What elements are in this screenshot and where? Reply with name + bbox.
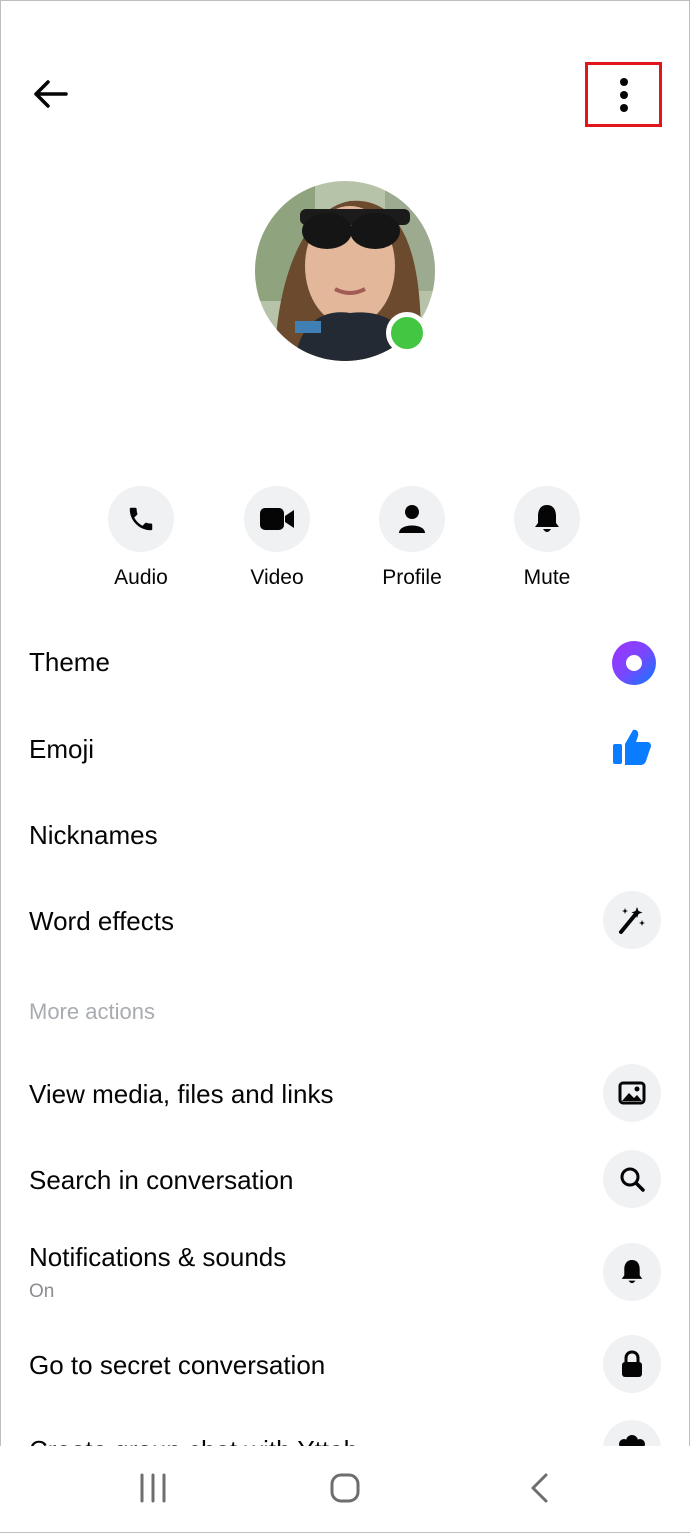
- word-effects-label: Word effects: [29, 906, 174, 936]
- mute-label: Mute: [523, 566, 571, 589]
- theme-icon: [612, 641, 656, 685]
- profile-label: Profile: [382, 566, 442, 589]
- audio-call-button[interactable]: Audio: [86, 486, 196, 590]
- bell-icon: [535, 505, 559, 532]
- notifications-row[interactable]: Notifications & sounds On: [0, 1235, 690, 1315]
- system-back-button[interactable]: [509, 1466, 569, 1510]
- create-group-row[interactable]: Create group chat with Yttah: [0, 1418, 690, 1446]
- search-label: Search in conversation: [29, 1165, 294, 1195]
- chevron-left-icon: [531, 1473, 548, 1503]
- person-icon: [399, 505, 425, 533]
- theme-row[interactable]: Theme: [0, 628, 690, 698]
- theme-label: Theme: [29, 647, 110, 677]
- mute-button[interactable]: Mute: [492, 486, 602, 590]
- arrow-left-icon: [34, 80, 68, 108]
- more-vertical-icon: [619, 77, 628, 112]
- audio-button-circle[interactable]: [108, 486, 174, 552]
- search-icon: [620, 1167, 645, 1192]
- create-group-label: Create group chat with Yttah: [29, 1435, 358, 1446]
- notifications-label: Notifications & sounds: [29, 1242, 287, 1272]
- video-call-button[interactable]: Video: [222, 486, 332, 590]
- audio-label: Audio: [114, 566, 168, 589]
- notifications-button[interactable]: [603, 1243, 661, 1301]
- lock-icon: [622, 1350, 642, 1377]
- view-media-button[interactable]: [603, 1064, 661, 1122]
- emoji-label: Emoji: [29, 734, 95, 764]
- view-media-row[interactable]: View media, files and links: [0, 1058, 690, 1128]
- profile-avatar[interactable]: [255, 181, 435, 361]
- recent-apps-button[interactable]: [123, 1466, 183, 1510]
- search-row[interactable]: Search in conversation: [0, 1145, 690, 1215]
- nicknames-label: Nicknames: [29, 820, 158, 850]
- image-icon: [618, 1081, 646, 1105]
- word-effects-row[interactable]: Word effects: [0, 886, 690, 956]
- profile-button-circle[interactable]: [379, 486, 445, 552]
- search-button[interactable]: [603, 1150, 661, 1208]
- magic-wand-icon: [619, 907, 645, 934]
- video-button-circle[interactable]: [244, 486, 310, 552]
- nicknames-row[interactable]: Nicknames: [0, 800, 690, 870]
- view-profile-button[interactable]: Profile: [357, 486, 467, 590]
- create-group-button[interactable]: [603, 1420, 661, 1446]
- home-icon: [330, 1473, 360, 1503]
- notifications-status: On: [29, 1281, 55, 1302]
- system-navigation-bar: [0, 1446, 690, 1532]
- recent-apps-icon: [140, 1473, 166, 1503]
- word-effects-button[interactable]: [603, 891, 661, 949]
- emoji-row[interactable]: Emoji: [0, 714, 690, 784]
- more-options-button[interactable]: [585, 62, 662, 127]
- home-button[interactable]: [315, 1466, 375, 1510]
- thumbs-up-icon: [611, 726, 653, 768]
- online-status-indicator: [386, 312, 428, 354]
- video-camera-icon: [260, 508, 294, 530]
- bell-icon: [621, 1260, 643, 1284]
- people-icon: [619, 1435, 645, 1446]
- more-actions-heading: More actions: [29, 999, 155, 1024]
- secret-conversation-button[interactable]: [603, 1335, 661, 1393]
- video-label: Video: [250, 566, 304, 589]
- view-media-label: View media, files and links: [29, 1079, 334, 1109]
- back-button[interactable]: [26, 70, 74, 118]
- phone-icon: [129, 507, 153, 531]
- mute-button-circle[interactable]: [514, 486, 580, 552]
- secret-conversation-label: Go to secret conversation: [29, 1350, 326, 1380]
- secret-conversation-row[interactable]: Go to secret conversation: [0, 1330, 690, 1400]
